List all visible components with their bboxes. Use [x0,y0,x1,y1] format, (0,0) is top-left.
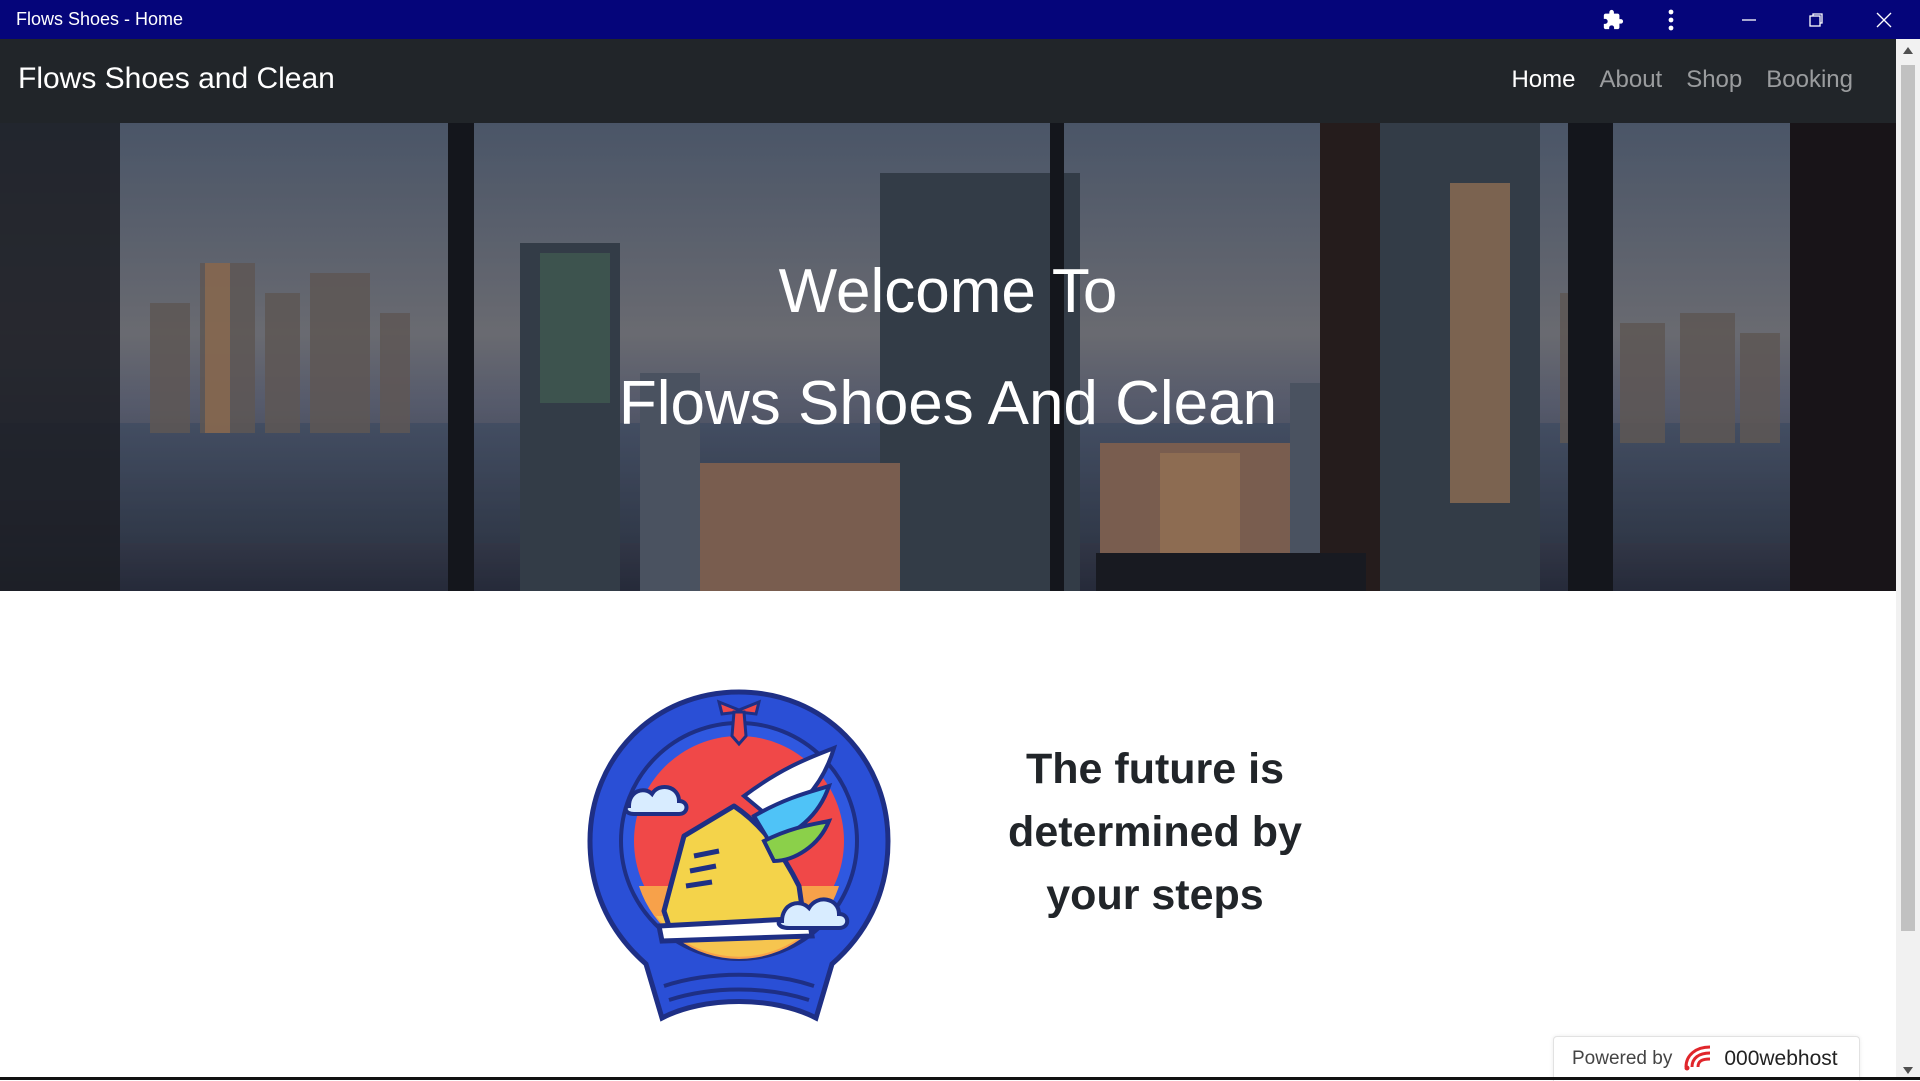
nav-booking[interactable]: Booking [1754,66,1865,94]
feature-tagline: The future is determined by your steps [1008,745,1302,919]
hero-banner: Welcome To Flows Shoes And Clean [0,123,1896,591]
scrollbar-thumb[interactable] [1901,65,1915,931]
window-titlebar: Flows Shoes - Home [0,0,1920,39]
powered-by-label: Powered by [1572,1048,1673,1069]
page-scrollbar[interactable] [1896,39,1920,1080]
navbar-brand[interactable]: Flows Shoes and Clean [18,62,335,96]
minimize-icon [1741,12,1757,28]
restore-button[interactable] [1788,0,1844,39]
window-title: Flows Shoes - Home [16,9,184,29]
minimize-button[interactable] [1721,0,1777,39]
more-vertical-icon [1668,9,1674,31]
restore-icon [1808,12,1824,28]
hero-heading-line1: Welcome To [778,257,1118,326]
hero-heading-line2: Flows Shoes And Clean [618,369,1278,438]
winged-shoe-badge-icon [584,686,894,1026]
scroll-down-arrow-icon[interactable] [1903,1067,1913,1074]
site-navbar: Flows Shoes and Clean Home About Shop Bo… [0,39,1896,123]
puzzle-icon [1602,9,1624,31]
webhost-name: 000webhost [1724,1047,1838,1070]
close-button[interactable] [1856,0,1912,39]
menu-button[interactable] [1643,0,1699,39]
webhost-logo-icon [1672,1043,1716,1075]
powered-by-badge[interactable]: Powered by 000webhost [1553,1036,1860,1081]
nav-shop[interactable]: Shop [1674,66,1754,94]
nav-about[interactable]: About [1587,66,1674,94]
city-skyline-image [0,123,1896,591]
nav-links: Home About Shop Booking [1499,66,1865,94]
close-icon [1876,12,1892,28]
extensions-button[interactable] [1585,0,1641,39]
nav-home[interactable]: Home [1499,66,1587,94]
scroll-up-arrow-icon[interactable] [1903,47,1913,54]
